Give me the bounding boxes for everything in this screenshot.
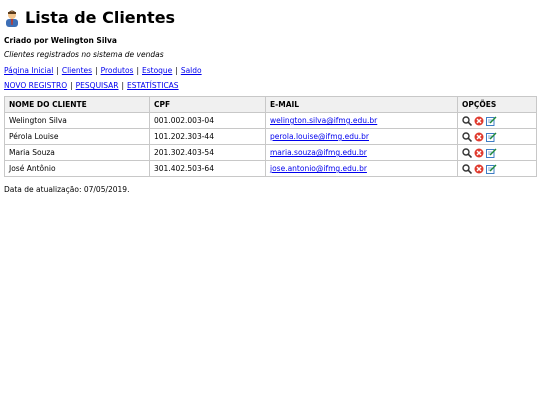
statistics-link[interactable]: ESTATÍSTICAS — [127, 81, 179, 90]
nav-link-stock[interactable]: Estoque — [142, 66, 172, 75]
edit-icon[interactable] — [486, 116, 497, 126]
table-row: Welington Silva 001.002.003-04 welington.s… — [4, 112, 537, 129]
author-line: Criado por Welington Silva — [4, 36, 117, 45]
cell-options — [457, 160, 537, 177]
header-cpf: CPF — [149, 96, 266, 113]
table-row: Maria Souza 201.302.403-54 maria.souza@ifm… — [4, 144, 537, 161]
magnifier-icon[interactable] — [462, 115, 472, 126]
clients-table: NOME DO CLIENTE CPF E-MAIL OPÇÕES Weling… — [4, 96, 537, 177]
nav-separator: | — [175, 66, 178, 75]
magnifier-icon[interactable] — [462, 163, 472, 174]
cell-client-name: José Antônio — [4, 160, 150, 177]
table-row: José Antônio 301.402.503-64 jose.antonio@i… — [4, 160, 537, 177]
email-link[interactable]: maria.souza@ifmg.edu.br — [270, 148, 367, 157]
cell-options — [457, 128, 537, 145]
page-title: Lista de Clientes — [25, 8, 176, 27]
main-nav: Página Inicial | Clientes | Produtos | Estoque… — [4, 66, 536, 75]
cell-cpf: 001.002.003-04 — [149, 112, 266, 129]
update-date: Data de atualização: 07/05/2019. — [4, 185, 130, 194]
delete-icon[interactable] — [474, 132, 484, 142]
delete-icon[interactable] — [474, 164, 484, 174]
email-link[interactable]: jose.antonio@ifmg.edu.br — [270, 164, 367, 173]
table-header-row: NOME DO CLIENTE CPF E-MAIL OPÇÕES — [4, 96, 537, 113]
nav-link-balance[interactable]: Saldo — [181, 66, 202, 75]
actions-bar: NOVO REGISTRO | PESQUISAR | ESTATÍSTICAS — [4, 81, 536, 90]
delete-icon[interactable] — [474, 116, 484, 126]
magnifier-icon[interactable] — [462, 147, 472, 158]
nav-separator: | — [56, 66, 59, 75]
row-options — [462, 147, 532, 158]
person-icon — [6, 10, 18, 27]
actions-separator: | — [70, 81, 73, 90]
delete-icon[interactable] — [474, 148, 484, 158]
cell-email: jose.antonio@ifmg.edu.br — [265, 160, 458, 177]
cell-email: maria.souza@ifmg.edu.br — [265, 144, 458, 161]
page: Lista de Clientes Criado por Welington S… — [0, 0, 540, 194]
actions-separator: | — [121, 81, 125, 90]
row-options — [462, 131, 532, 142]
nav-link-clients[interactable]: Clientes — [62, 66, 92, 75]
page-heading: Lista de Clientes — [4, 8, 536, 28]
row-options — [462, 163, 532, 174]
cell-email: perola.louise@ifmg.edu.br — [265, 128, 458, 145]
header-name: NOME DO CLIENTE — [4, 96, 150, 113]
edit-icon[interactable] — [486, 164, 497, 174]
header-options: OPÇÕES — [457, 96, 537, 113]
cell-client-name: Welington Silva — [4, 112, 150, 129]
cell-cpf: 301.402.503-64 — [149, 160, 266, 177]
nav-separator: | — [136, 66, 139, 75]
header-email: E-MAIL — [265, 96, 458, 113]
edit-icon[interactable] — [486, 148, 497, 158]
row-options — [462, 115, 532, 126]
cell-cpf: 101.202.303-44 — [149, 128, 266, 145]
magnifier-icon[interactable] — [462, 131, 472, 142]
cell-email: welington.silva@ifmg.edu.br — [265, 112, 458, 129]
table-row: Pérola Louise 101.202.303-44 perola.louise… — [4, 128, 537, 145]
edit-icon[interactable] — [486, 132, 497, 142]
cell-options — [457, 112, 537, 129]
nav-link-home[interactable]: Página Inicial — [4, 66, 53, 75]
search-link[interactable]: PESQUISAR — [76, 81, 119, 90]
email-link[interactable]: perola.louise@ifmg.edu.br — [270, 132, 369, 141]
page-subtitle: Clientes registrados no sistema de venda… — [4, 50, 164, 59]
nav-link-products[interactable]: Produtos — [101, 66, 134, 75]
cell-client-name: Pérola Louise — [4, 128, 150, 145]
nav-separator: | — [95, 66, 98, 75]
cell-options — [457, 144, 537, 161]
cell-client-name: Maria Souza — [4, 144, 150, 161]
cell-cpf: 201.302.403-54 — [149, 144, 266, 161]
new-record-link[interactable]: NOVO REGISTRO — [4, 81, 67, 90]
email-link[interactable]: welington.silva@ifmg.edu.br — [270, 116, 377, 125]
